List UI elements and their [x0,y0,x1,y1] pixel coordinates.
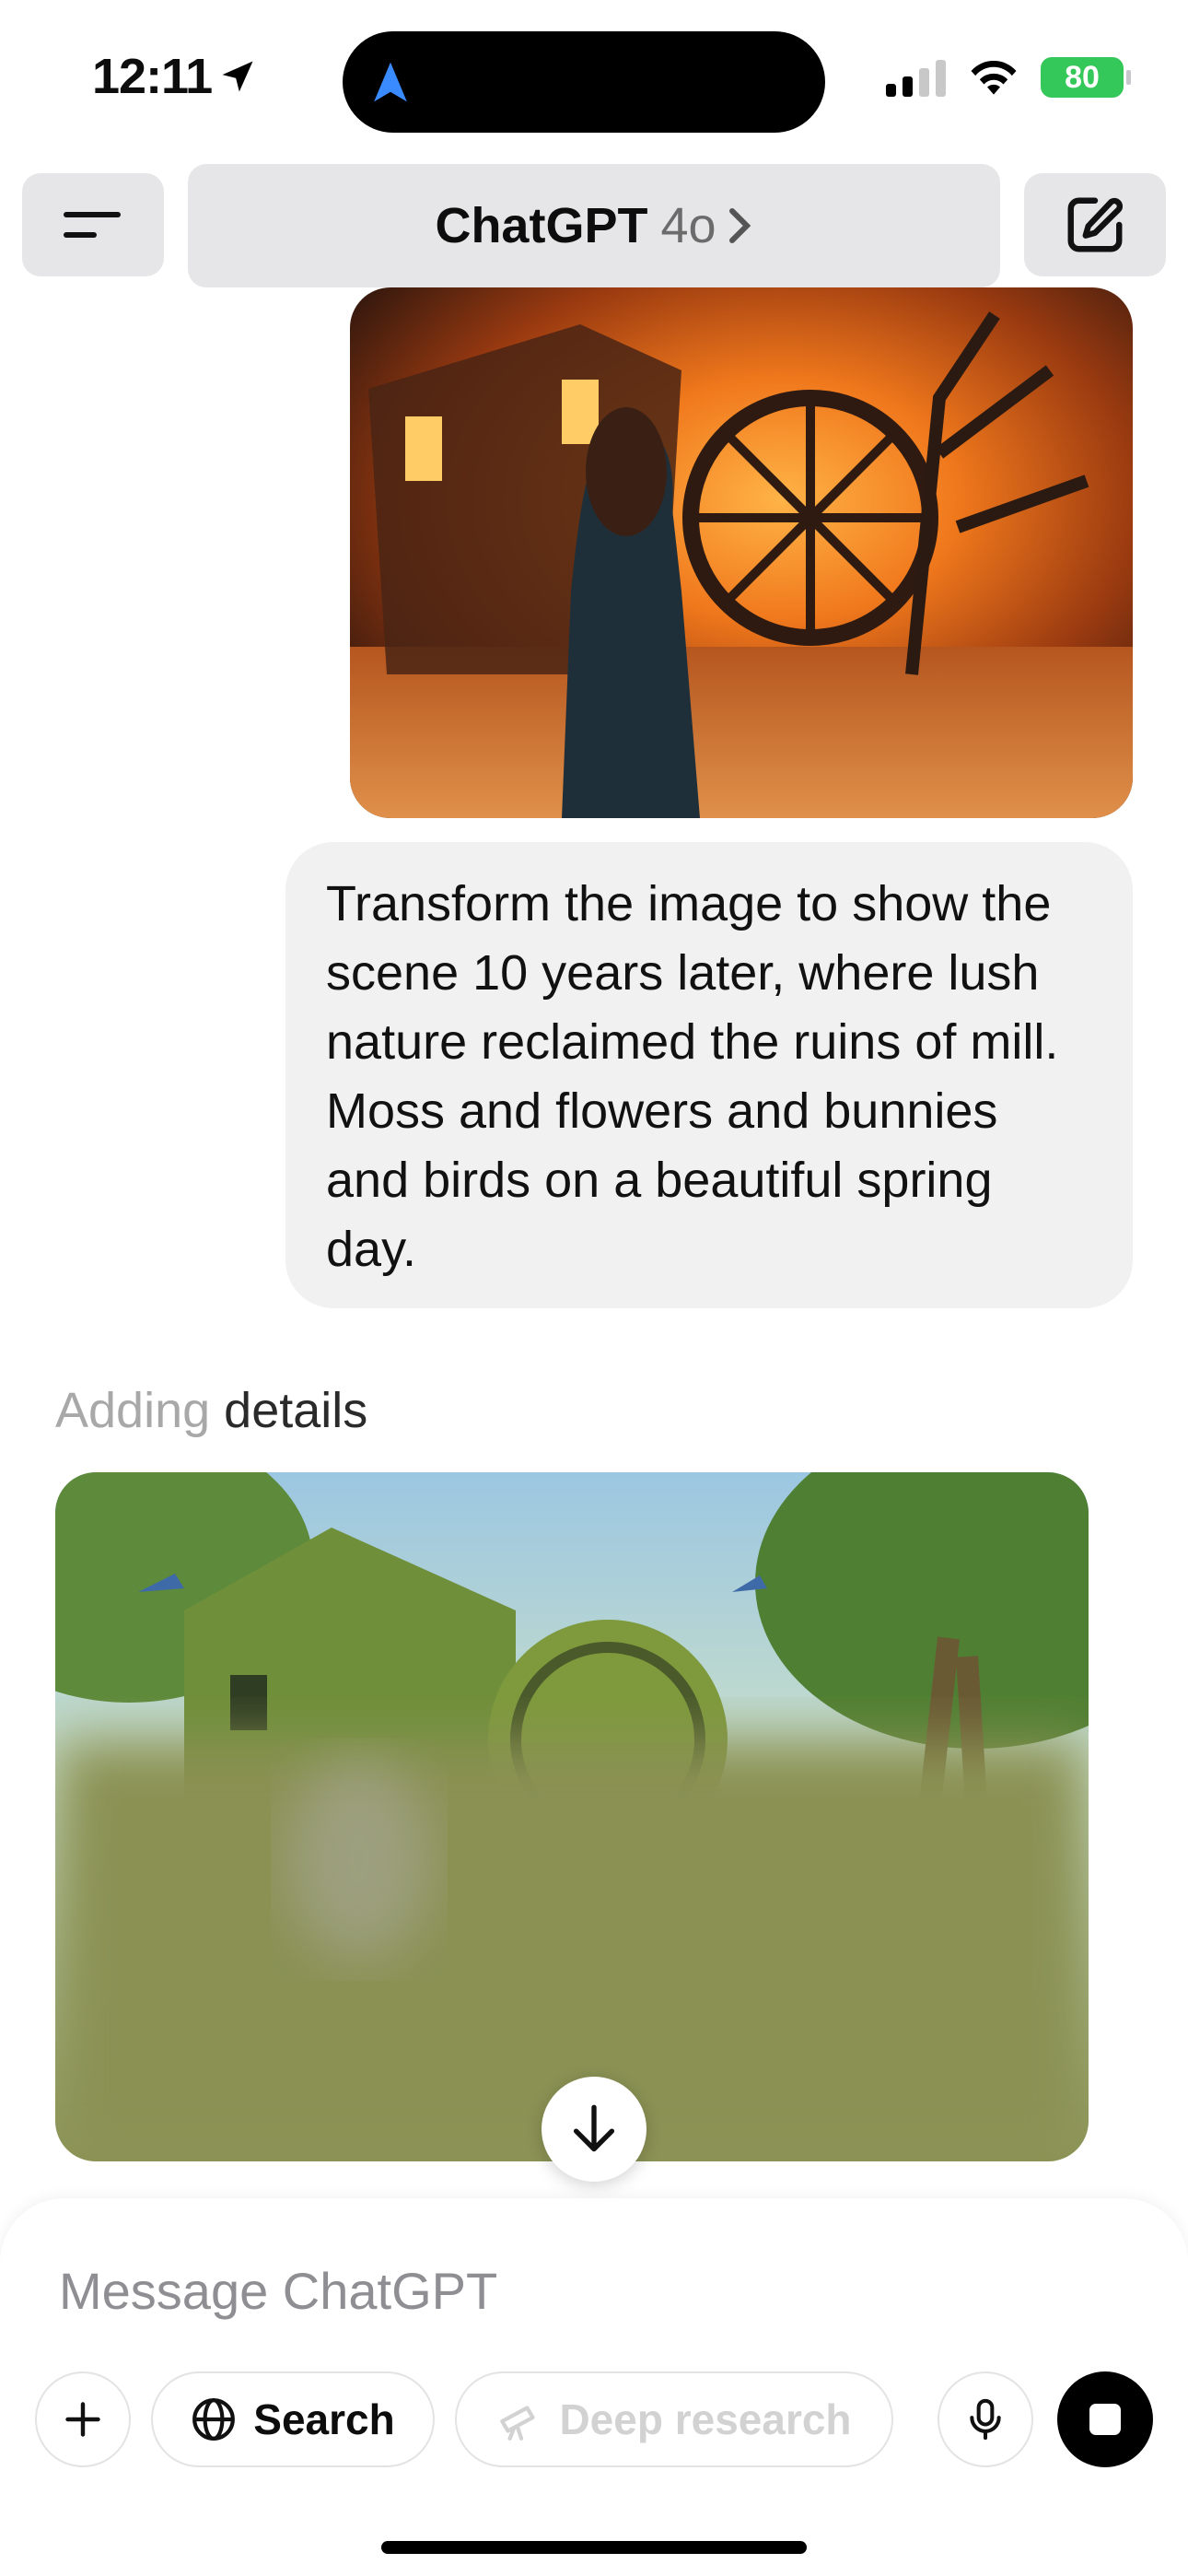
status-time: 12:11 [92,48,258,105]
plus-icon [65,2402,100,2437]
new-chat-icon [1067,197,1124,252]
attach-button[interactable] [35,2371,131,2467]
composer: Message ChatGPT Search Deep research [0,2198,1188,2576]
user-message-text: Transform the image to show the scene 10… [326,876,1059,1277]
battery-level: 80 [1065,59,1100,95]
menu-button[interactable] [22,173,164,276]
time-text: 12:11 [92,49,213,104]
model-selector[interactable]: ChatGPT 4o [188,164,1000,287]
scroll-down-button[interactable] [542,2077,646,2182]
status-faded-text: Adding [55,1383,211,1438]
microphone-icon [970,2398,1001,2441]
assistant-status: Adding details [55,1382,367,1439]
navigation-icon [374,62,407,102]
status-bold-text: details [210,1383,368,1438]
deep-research-button[interactable]: Deep research [455,2371,893,2467]
model-name: 4o [660,198,716,253]
search-label: Search [253,2395,395,2443]
arrow-down-icon [573,2104,615,2152]
wifi-icon [971,60,1017,95]
battery-icon: 80 [1041,57,1131,98]
burning-mill-image[interactable] [350,287,1133,818]
location-arrow-icon [222,61,253,92]
message-input[interactable]: Message ChatGPT [59,2261,497,2321]
menu-icon [64,212,121,238]
stop-icon [1089,2404,1121,2435]
globe-icon [192,2398,236,2441]
new-chat-button[interactable] [1024,173,1166,276]
stop-generating-button[interactable] [1057,2371,1153,2467]
status-right: 80 [886,57,1131,98]
chevron-right-icon [728,208,751,243]
search-button[interactable]: Search [151,2371,435,2467]
home-indicator [381,2541,807,2554]
deep-research-label: Deep research [559,2395,852,2443]
voice-input-button[interactable] [938,2371,1033,2467]
user-message-bubble: Transform the image to show the scene 10… [285,842,1133,1308]
telescope-icon [500,2406,536,2441]
signal-icon [886,60,946,97]
dynamic-island [343,31,825,133]
generated-image[interactable] [55,1472,1089,2161]
app-title: ChatGPT [435,198,648,253]
